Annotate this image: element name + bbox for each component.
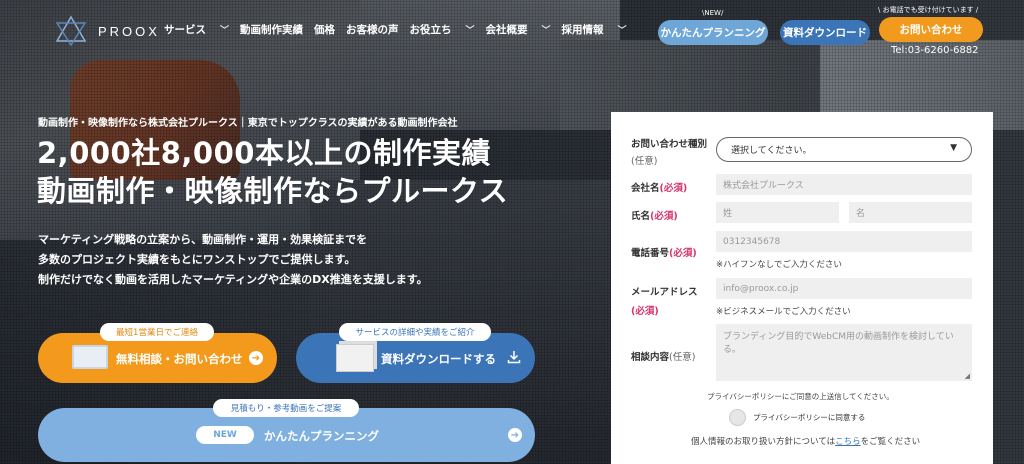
arrow-right-icon: ➔ <box>508 428 522 442</box>
chevron-down-icon: ﹀ <box>617 26 627 36</box>
free-consultation-label: 無料相談・お問い合わせ <box>116 352 243 366</box>
privacy-line: 個人情報のお取り扱い方針についてはこちらをご覧ください <box>691 437 921 447</box>
name-label: 氏名(必須) <box>631 211 678 222</box>
laptop-image <box>72 345 108 369</box>
new-note: \NEW/ <box>702 9 724 17</box>
hero-title: 2,000社8,000本以上の制作実績 動画制作・映像制作ならプルークス <box>37 134 508 210</box>
planning-tag: 見積もり・参考動画をご提案 <box>213 399 359 417</box>
chevron-down-icon: ▼ <box>950 143 957 153</box>
company-label: 会社名(必須) <box>631 183 688 194</box>
privacy-link[interactable]: こちら <box>835 437 861 447</box>
agree-checkbox[interactable] <box>729 409 746 426</box>
phone-hint: ※ハイフンなしでご入力ください <box>716 260 842 270</box>
hero-title-line2: 動画制作・映像制作ならプルークス <box>37 174 509 208</box>
inquiry-type-select[interactable]: 選択してください。 ▼ <box>716 137 972 162</box>
logo-icon <box>55 15 87 47</box>
nav-item-services[interactable]: サービス ﹀ <box>164 22 229 37</box>
policy-note: プライバシーポリシーにご同意の上送信してください。 <box>707 392 894 401</box>
download-icon <box>507 351 521 364</box>
chevron-down-icon: ﹀ <box>220 26 230 36</box>
hero-desc-line1: マーケティング戦略の立案から、動画制作・運用・効果検証までを <box>38 233 368 246</box>
email-label: メールアドレス <box>631 287 698 298</box>
select-value: 選択してください。 <box>731 146 812 156</box>
phone-field[interactable]: 0312345678 <box>716 231 972 252</box>
header-download-button[interactable]: 資料ダウンロード <box>780 20 870 45</box>
phone-note: \ お電話でも受け付けています / <box>878 6 979 14</box>
logo-text: PROOX <box>98 23 160 39</box>
chevron-down-icon: ﹀ <box>465 26 475 36</box>
type-optional: (任意) <box>631 156 658 167</box>
nav-item-voice[interactable]: お客様の声 <box>346 22 399 37</box>
textarea-placeholder: ブランディング目的でWebCM用の動画制作を検討している。 <box>723 332 954 355</box>
email-hint: ※ビジネスメールでご入力ください <box>716 307 851 317</box>
nav-item-recruit[interactable]: 採用情報 ﹀ <box>562 22 627 37</box>
download-label: 資料ダウンロードする <box>381 352 496 366</box>
nav-item-company[interactable]: 会社概要 ﹀ <box>486 22 551 37</box>
company-field[interactable]: 株式会社プルークス <box>716 174 972 195</box>
contact-form: お問い合わせ種別 (任意) 選択してください。 ▼ 会社名(必須) 株式会社プル… <box>611 112 993 464</box>
header-contact-button[interactable]: お問い合わせ <box>879 17 983 42</box>
resize-grip-icon[interactable]: ◢ <box>965 372 970 380</box>
agree-label[interactable]: プライバシーポリシーに同意する <box>753 412 865 423</box>
hero-title-line1: 2,000社8,000本以上の制作実績 <box>37 136 491 170</box>
type-label: お問い合わせ種別 <box>631 139 708 150</box>
hero-desc-line2: 多数のプロジェクト実績をもとにワンストップでご提供します。 <box>38 253 356 266</box>
phone-number[interactable]: Tel:03-6260-6882 <box>891 45 979 56</box>
hero-subtitle: 動画制作・映像制作なら株式会社プルークス｜東京でトップクラスの実績がある動画制作… <box>38 118 458 129</box>
nav-item-works[interactable]: 動画制作実績 <box>240 22 303 37</box>
new-badge: NEW <box>196 426 254 444</box>
arrow-right-icon: ➔ <box>249 351 263 365</box>
download-tag: サービスの詳細や実績をご紹介 <box>339 323 491 341</box>
first-name-field[interactable]: 名 <box>849 202 972 223</box>
content-textarea[interactable]: ブランディング目的でWebCM用の動画制作を検討している。 ◢ <box>716 324 972 381</box>
free-consultation-tag: 最短1営業日でご連絡 <box>100 323 214 341</box>
email-field[interactable]: info@proox.co.jp <box>716 278 972 299</box>
nav-item-useful[interactable]: お役立ち ﹀ <box>410 22 475 37</box>
email-required: (必須) <box>631 306 659 317</box>
chevron-down-icon: ﹀ <box>541 26 551 36</box>
main-nav: サービス ﹀ 動画制作実績 価格 お客様の声 お役立ち ﹀ 会社概要 ﹀ 採用情報 ﹀ <box>164 22 638 37</box>
hero-desc-line3: 制作だけでなく動画を活用したマーケティングや企業のDX推進を支援します。 <box>38 273 428 286</box>
documents-image <box>336 344 374 372</box>
planning-label: かんたんプランニング <box>264 429 379 443</box>
last-name-field[interactable]: 姓 <box>716 202 839 223</box>
phone-label: 電話番号(必須) <box>631 248 697 259</box>
header-planning-button[interactable]: かんたんプランニング <box>658 20 768 45</box>
nav-item-price[interactable]: 価格 <box>314 22 335 37</box>
content-label: 相談内容(任意) <box>631 352 696 363</box>
logo[interactable]: PROOX <box>54 14 160 48</box>
hero-description: マーケティング戦略の立案から、動画制作・運用・効果検証までを 多数のプロジェクト… <box>38 230 428 290</box>
site-header: PROOX サービス ﹀ 動画制作実績 価格 お客様の声 お役立ち ﹀ 会社概要 ﹀ … <box>0 0 1024 62</box>
